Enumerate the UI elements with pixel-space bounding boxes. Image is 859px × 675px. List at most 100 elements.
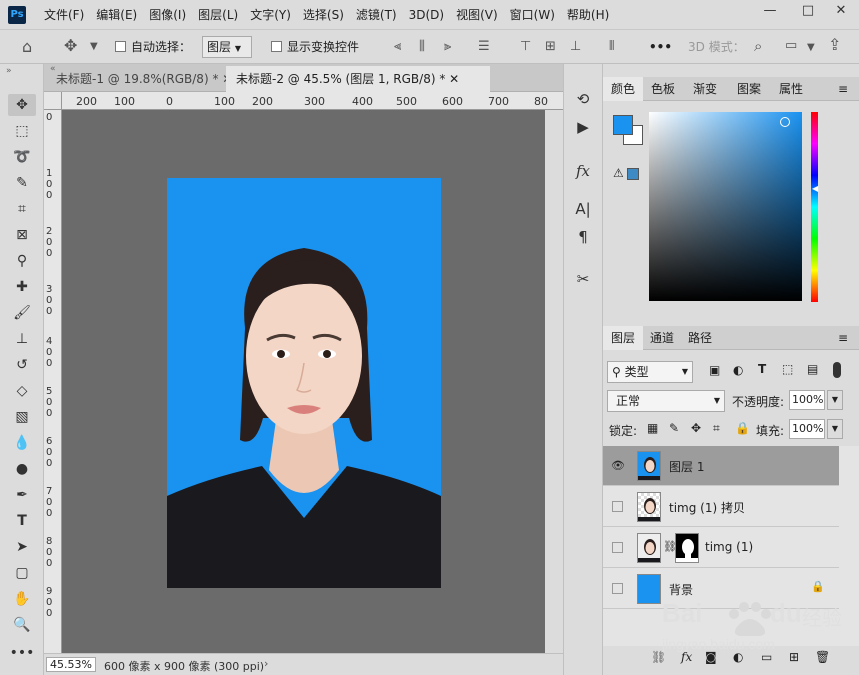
- tab-paths[interactable]: 路径: [681, 326, 719, 350]
- menu-type[interactable]: 文字(Y): [244, 0, 297, 30]
- home-icon[interactable]: ⌂: [22, 38, 32, 56]
- clone-stamp-tool[interactable]: ⊥: [8, 328, 36, 350]
- quick-select-tool[interactable]: ✎: [8, 172, 36, 194]
- move-tool-icon[interactable]: ✥: [64, 37, 77, 55]
- auto-select-checkbox[interactable]: [115, 41, 126, 52]
- chevron-down-icon[interactable]: ▼: [827, 390, 843, 410]
- align-right-icon[interactable]: ⫸: [444, 38, 451, 56]
- menu-layer[interactable]: 图层(L): [192, 0, 244, 30]
- hue-slider[interactable]: [811, 112, 818, 302]
- lock-pixels-icon[interactable]: ✎: [669, 421, 679, 435]
- history-brush-tool[interactable]: ↺: [8, 354, 36, 376]
- menu-view[interactable]: 视图(V): [450, 0, 504, 30]
- lock-icon[interactable]: 🔒: [811, 580, 825, 593]
- maximize-button[interactable]: □: [790, 0, 826, 22]
- pen-tool[interactable]: ✒: [8, 484, 36, 506]
- filter-type-icon[interactable]: T: [758, 362, 766, 376]
- paragraph-icon[interactable]: ¶: [564, 224, 602, 250]
- visibility-toggle[interactable]: [612, 542, 623, 553]
- filter-toggle[interactable]: [833, 362, 841, 378]
- hue-slider-handle[interactable]: ◀: [812, 184, 818, 193]
- tool-presets-icon[interactable]: ✂: [564, 266, 602, 292]
- color-field[interactable]: [649, 112, 802, 301]
- menu-help[interactable]: 帮助(H): [561, 0, 615, 30]
- lock-transparent-icon[interactable]: ▦: [647, 421, 658, 435]
- menu-edit[interactable]: 编辑(E): [90, 0, 143, 30]
- vertical-scrollbar[interactable]: [545, 110, 563, 653]
- chevron-right-icon[interactable]: ›: [264, 657, 268, 670]
- chevron-down-icon[interactable]: ▼: [827, 419, 843, 439]
- lock-artboard-icon[interactable]: ⌗: [713, 421, 720, 436]
- visibility-toggle[interactable]: [612, 583, 623, 594]
- tab-untitled-1[interactable]: 未标题-1 @ 19.8%(RGB/8) * ✕: [46, 66, 232, 92]
- foreground-color-swatch[interactable]: [613, 115, 633, 135]
- align-middle-icon[interactable]: ⊞: [545, 38, 556, 56]
- menu-select[interactable]: 选择(S): [297, 0, 350, 30]
- filter-shape-icon[interactable]: ⬚: [782, 362, 793, 376]
- path-select-tool[interactable]: ➤: [8, 536, 36, 558]
- brush-tool[interactable]: 🖌: [8, 302, 36, 324]
- blend-mode-dropdown[interactable]: 正常 ▼: [607, 390, 725, 412]
- websafe-swatch[interactable]: [627, 168, 639, 180]
- layer-filter-dropdown[interactable]: ⚲ 类型 ▼: [607, 361, 693, 383]
- tab-layers[interactable]: 图层: [603, 326, 643, 350]
- menu-file[interactable]: 文件(F): [38, 0, 90, 30]
- blur-tool[interactable]: 💧: [8, 432, 36, 454]
- align-bottom-icon[interactable]: ⊥: [570, 38, 581, 56]
- color-picker-handle[interactable]: [780, 117, 790, 127]
- menu-3d[interactable]: 3D(D): [403, 0, 450, 30]
- dodge-tool[interactable]: ●: [8, 458, 36, 480]
- eraser-tool[interactable]: ◇: [8, 380, 36, 402]
- actions-play-icon[interactable]: ▶: [564, 114, 602, 140]
- tab-gradients[interactable]: 渐变: [683, 77, 727, 101]
- layer-row-1[interactable]: 👁 图层 1: [603, 446, 839, 486]
- document-canvas[interactable]: [167, 178, 441, 588]
- chevron-down-icon[interactable]: ▼: [90, 38, 98, 56]
- align-center-icon[interactable]: ⫼: [419, 38, 425, 56]
- character-icon[interactable]: A|: [564, 196, 602, 222]
- distribute-icon[interactable]: ☰: [478, 38, 490, 56]
- menu-filter[interactable]: 滤镜(T): [350, 0, 403, 30]
- lock-all-icon[interactable]: 🔒: [735, 421, 750, 435]
- show-transform-checkbox[interactable]: [271, 41, 282, 52]
- visibility-toggle[interactable]: [612, 501, 623, 512]
- distribute-vertical-icon[interactable]: ⫴: [609, 38, 614, 56]
- layer-mask-thumbnail[interactable]: [675, 533, 699, 563]
- collapse-icon[interactable]: »: [6, 66, 12, 76]
- opacity-input[interactable]: 100%: [789, 390, 825, 410]
- tab-channels[interactable]: 通道: [643, 326, 681, 350]
- hand-tool[interactable]: ✋: [8, 588, 36, 610]
- panel-menu-icon[interactable]: ≡: [833, 77, 853, 101]
- layer-row-3[interactable]: ⛓ timg (1): [603, 528, 839, 568]
- more-options-icon[interactable]: •••: [649, 38, 672, 56]
- filter-adjustment-icon[interactable]: ◐: [733, 363, 743, 377]
- healing-brush-tool[interactable]: ✚: [8, 276, 36, 298]
- align-top-icon[interactable]: ⊤: [520, 38, 531, 56]
- crop-tool[interactable]: ⌗: [8, 198, 36, 220]
- tab-untitled-2[interactable]: 未标题-2 @ 45.5% (图层 1, RGB/8) * ✕: [226, 66, 490, 92]
- gamut-warning-icon[interactable]: ⚠: [613, 166, 624, 180]
- history-icon[interactable]: ⟲: [564, 86, 602, 112]
- rectangle-tool[interactable]: ▢: [8, 562, 36, 584]
- filter-pixel-icon[interactable]: ▣: [709, 363, 720, 377]
- search-icon[interactable]: ⌕: [754, 37, 762, 55]
- marquee-tool[interactable]: ⬚: [8, 120, 36, 142]
- eyedropper-tool[interactable]: ⚲: [8, 250, 36, 272]
- minimize-button[interactable]: —: [752, 0, 788, 22]
- chevron-down-icon[interactable]: ▼: [807, 39, 815, 57]
- panel-menu-icon[interactable]: ≡: [833, 326, 853, 350]
- more-tools-icon[interactable]: •••: [8, 642, 36, 664]
- workspace-icon[interactable]: ▭: [785, 37, 797, 55]
- eye-icon[interactable]: 👁: [611, 459, 625, 473]
- menu-image[interactable]: 图像(I): [143, 0, 192, 30]
- tab-properties[interactable]: 属性: [771, 77, 811, 101]
- tab-swatches[interactable]: 色板: [643, 77, 683, 101]
- move-tool[interactable]: ✥: [8, 94, 36, 116]
- lasso-tool[interactable]: ➰: [8, 146, 36, 168]
- zoom-level[interactable]: 45.53%: [46, 657, 96, 672]
- layer-row-2[interactable]: timg (1) 拷贝: [603, 487, 839, 527]
- filter-smart-icon[interactable]: ▤: [807, 362, 818, 376]
- fill-input[interactable]: 100%: [789, 419, 825, 439]
- close-icon[interactable]: ✕: [449, 72, 459, 86]
- type-tool[interactable]: T: [8, 510, 36, 532]
